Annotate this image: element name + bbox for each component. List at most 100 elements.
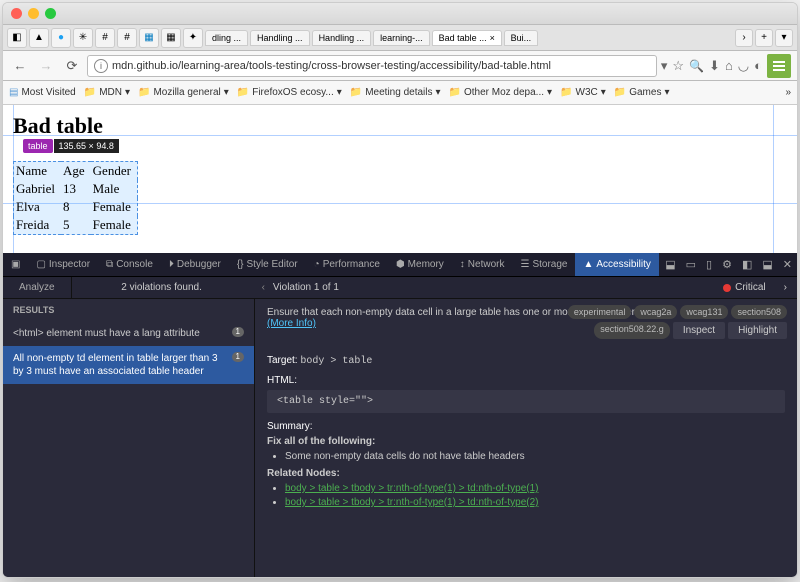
related-node-link[interactable]: body > table > tbody > tr:nth-of-type(1)… [285, 497, 538, 508]
highlight-button[interactable]: Highlight [728, 322, 787, 339]
browser-tab[interactable]: Bui... [504, 30, 539, 46]
bookmarks-overflow-icon[interactable]: » [785, 87, 791, 98]
url-input[interactable]: i mdn.github.io/learning-area/tools-test… [87, 55, 657, 77]
field-label: Summary: [267, 421, 785, 432]
browser-tab[interactable]: learning-... [373, 30, 430, 46]
tab-network[interactable]: ↕ Network [452, 253, 513, 276]
wcag-tag: wcag131 [680, 305, 728, 319]
pinned-tab[interactable]: ✦ [183, 28, 203, 48]
tab-storage[interactable]: ☰ Storage [512, 253, 575, 276]
shield-icon[interactable]: ◐ [754, 58, 762, 73]
reload-icon[interactable]: ⟳ [61, 55, 83, 77]
dock-side-icon[interactable]: ◧ [737, 258, 757, 271]
related-label: Related Nodes: [267, 468, 785, 479]
wcag-tag: wcag2a [634, 305, 677, 319]
menu-icon[interactable] [767, 54, 791, 78]
inspect-button[interactable]: Inspect [673, 322, 725, 339]
tab-label: Bui... [511, 33, 532, 43]
tab-inspector[interactable]: ▢ Inspector [28, 253, 98, 276]
result-item-selected[interactable]: All non-empty td element in table larger… [3, 346, 254, 384]
bookmark-item[interactable]: 📁Games▾ [614, 87, 670, 98]
pinned-tabs: ◧ ▲ ● ✳ # # ▦ ▦ ✦ [7, 28, 203, 48]
wcag-tag: section508 [731, 305, 787, 319]
measure-dimensions: 135.65 × 94.8 [54, 139, 119, 153]
close-tab-icon[interactable]: × [490, 33, 495, 43]
tab-list-icon[interactable]: ▾ [775, 29, 793, 47]
back-icon[interactable]: ← [9, 55, 31, 77]
devtools-subbar: Analyze 2 violations found. ‹ Violation … [3, 277, 797, 299]
search-icon[interactable]: 🔍 [689, 59, 704, 73]
bookmark-item[interactable]: 📁FirefoxOS ecosy...▾ [237, 87, 342, 98]
tab-label: Bad table ... [439, 33, 487, 43]
new-tab-icon[interactable]: + [755, 29, 773, 47]
folder-icon: 📁 [84, 87, 96, 98]
fix-item: Some non-empty data cells do not have ta… [285, 451, 785, 462]
bookmark-item[interactable]: 📁Meeting details▾ [350, 87, 441, 98]
analyze-button[interactable]: Analyze [3, 277, 72, 298]
tab-debugger[interactable]: ⏵ Debugger [161, 253, 229, 276]
download-icon[interactable]: ⬇ [709, 58, 720, 74]
related-node-link[interactable]: body > table > tbody > tr:nth-of-type(1)… [285, 483, 538, 494]
violation-nav: ‹ Violation 1 of 1 [252, 282, 349, 293]
pinned-tab[interactable]: ▦ [139, 28, 159, 48]
result-item[interactable]: <html> element must have a lang attribut… [3, 321, 254, 346]
url-text: mdn.github.io/learning-area/tools-testin… [112, 60, 551, 72]
data-table[interactable]: NameAgeGender Gabriel13Male Elva8Female … [13, 161, 138, 235]
tab-console[interactable]: ⧉ Console [98, 253, 161, 276]
violation-detail: Ensure that each non-empty data cell in … [255, 299, 797, 577]
tab-style-editor[interactable]: {} Style Editor [229, 253, 306, 276]
maximize-icon[interactable] [45, 8, 56, 19]
bookmark-item[interactable]: 📁MDN▾ [84, 87, 130, 98]
prev-violation-icon[interactable]: ‹ [262, 282, 265, 293]
more-info-link[interactable]: (More Info) [267, 318, 316, 329]
home-icon[interactable]: ⌂ [725, 58, 733, 73]
pinned-tab[interactable]: ▦ [161, 28, 181, 48]
bookmark-item[interactable]: ▤Most Visited [9, 87, 76, 98]
close-devtools-icon[interactable]: ✕ [778, 258, 797, 271]
results-header: RESULTS [3, 299, 254, 321]
browser-tab-active[interactable]: Bad table ...× [432, 30, 502, 46]
close-icon[interactable] [11, 8, 22, 19]
tag-container: experimental wcag2a wcag131 section508 s… [507, 305, 787, 339]
tab-accessibility[interactable]: ▲ Accessibility [575, 253, 658, 276]
dock-bottom-icon[interactable]: ⬓ [757, 258, 777, 271]
pinned-tab[interactable]: ✳ [73, 28, 93, 48]
gear-icon[interactable]: ⚙ [717, 258, 737, 271]
pinned-tab[interactable]: # [95, 28, 115, 48]
responsive-icon[interactable]: ▭ [681, 258, 701, 271]
dropdown-icon[interactable]: ▾ [661, 58, 668, 74]
tab-performance[interactable]: ◔ Performance [306, 253, 388, 276]
fix-label: Fix all of the following: [267, 436, 785, 447]
browser-tab[interactable]: Handling ... [250, 30, 310, 46]
next-violation-icon[interactable]: › [784, 282, 787, 293]
site-info-icon[interactable]: i [94, 59, 108, 73]
split-console-icon[interactable]: ⬓ [660, 258, 680, 271]
pinned-tab[interactable]: ● [51, 28, 71, 48]
folder-icon: 📁 [350, 87, 362, 98]
forward-icon[interactable]: → [35, 55, 57, 77]
bookmark-item[interactable]: 📁Other Moz depa...▾ [449, 87, 553, 98]
devtools-tabs: ▣ ▢ Inspector ⧉ Console ⏵ Debugger {} St… [3, 253, 797, 277]
star-icon[interactable]: ☆ [672, 58, 684, 74]
pinned-tab[interactable]: ◧ [7, 28, 27, 48]
bookmark-item[interactable]: 📁W3C▾ [560, 87, 606, 98]
tab-memory[interactable]: ⬢ Memory [388, 253, 452, 276]
pocket-icon[interactable]: ◡ [738, 58, 749, 74]
table-row: NameAgeGender [14, 162, 138, 181]
tab-strip: ◧ ▲ ● ✳ # # ▦ ▦ ✦ dling ... Handling ...… [3, 25, 797, 51]
pinned-tab[interactable]: ▲ [29, 28, 49, 48]
wcag-tag: section508.22.g [594, 322, 670, 339]
tab-label: learning-... [380, 33, 423, 43]
target-field: Target: body > table [267, 355, 785, 367]
iframe-select-icon[interactable]: ▣ [3, 253, 28, 276]
responsive-mobile-icon[interactable]: ▯ [701, 258, 717, 271]
bookmark-label: W3C [576, 87, 598, 98]
bookmark-label: Most Visited [21, 87, 75, 98]
browser-tab[interactable]: dling ... [205, 30, 248, 46]
bookmark-item[interactable]: 📁Mozilla general▾ [138, 87, 229, 98]
minimize-icon[interactable] [28, 8, 39, 19]
browser-tab[interactable]: Handling ... [312, 30, 372, 46]
folder-icon: 📁 [560, 87, 572, 98]
pinned-tab[interactable]: # [117, 28, 137, 48]
tab-scroll-right-icon[interactable]: › [735, 29, 753, 47]
